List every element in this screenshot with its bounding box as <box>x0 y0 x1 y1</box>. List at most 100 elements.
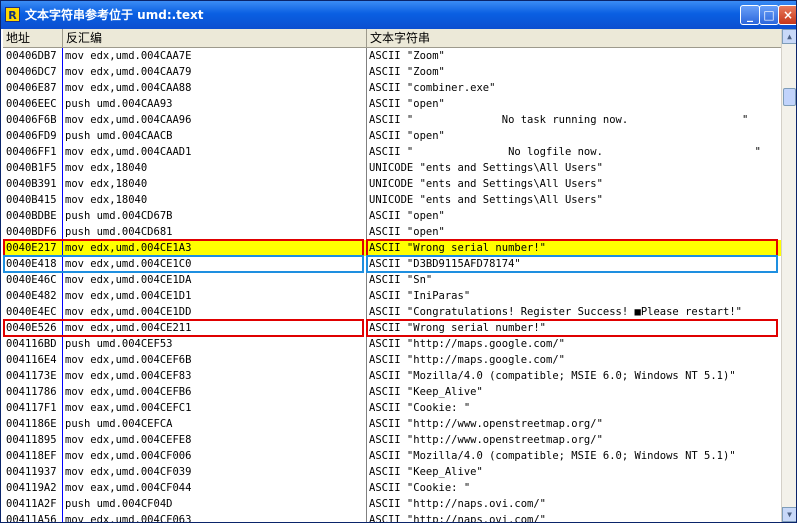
row-disassembly: mov edx,umd.004CAA88 <box>65 82 192 94</box>
header-disassembly[interactable]: 反汇编 <box>63 29 367 47</box>
row-text-string: ASCII "http://naps.ovi.com/" <box>369 498 547 510</box>
row-disassembly: mov edx,umd.004CF006 <box>65 450 192 462</box>
table-row[interactable]: 004116BD push umd.004CEF53 ASCII "http://m… <box>3 336 781 352</box>
row-text-string: ASCII "http://www.openstreetmap.org/" <box>369 434 603 446</box>
table-row[interactable]: 0041186E push umd.004CEFCA ASCII "http://w… <box>3 416 781 432</box>
row-disassembly: mov edx,umd.004CAA96 <box>65 114 192 126</box>
minimize-button[interactable]: _ <box>740 5 760 25</box>
row-address: 0040E418 <box>6 258 57 270</box>
row-text-string: UNICODE "ents and Settings\All Users" <box>369 178 603 190</box>
header-address[interactable]: 地址 <box>3 29 63 47</box>
row-address: 00406DC7 <box>6 66 57 78</box>
row-text-string: ASCII "http://maps.google.com/" <box>369 338 565 350</box>
row-address: 0040B1F5 <box>6 162 57 174</box>
scroll-up-icon[interactable]: ▲ <box>782 29 796 44</box>
row-disassembly: push umd.004CF04D <box>65 498 173 510</box>
table-row[interactable]: 0041173E mov edx,umd.004CEF83 ASCII "Mozil… <box>3 368 781 384</box>
app-icon: R <box>5 7 20 22</box>
string-reference-list[interactable]: 00411A56 mov edx,umd.004CF063 ASCII "http:… <box>3 48 781 522</box>
row-text-string: ASCII "Mozilla/4.0 (compatible; MSIE 6.0… <box>369 450 736 462</box>
scroll-thumb[interactable] <box>783 88 796 106</box>
close-button[interactable]: × <box>778 5 796 25</box>
row-address: 00411A56 <box>6 514 57 522</box>
table-row[interactable]: 00406FF1 mov edx,umd.004CAAD1 ASCII " No l… <box>3 144 781 160</box>
header-text-string[interactable]: 文本字符串 <box>367 29 781 47</box>
table-row[interactable]: 0040B415 mov edx,18040 UNICODE "ents and S… <box>3 192 781 208</box>
table-row[interactable]: 0040E4EC mov edx,umd.004CE1DD ASCII "Congr… <box>3 304 781 320</box>
scroll-down-icon[interactable]: ▼ <box>782 507 796 522</box>
row-disassembly: mov edx,umd.004CE211 <box>65 322 192 334</box>
row-address: 00406FF1 <box>6 146 57 158</box>
row-text-string: ASCII "Cookie: " <box>369 402 471 414</box>
row-text-string: ASCII "Mozilla/4.0 (compatible; MSIE 6.0… <box>369 370 736 382</box>
row-disassembly: mov edx,umd.004CAAD1 <box>65 146 192 158</box>
row-text-string: ASCII "combiner.exe" <box>369 82 496 94</box>
table-row[interactable]: 004118EF mov edx,umd.004CF006 ASCII "Mozil… <box>3 448 781 464</box>
row-text-string: ASCII "Congratulations! Register Success… <box>369 306 742 318</box>
table-row[interactable]: 00406E87 mov edx,umd.004CAA88 ASCII "combi… <box>3 80 781 96</box>
row-text-string: UNICODE "ents and Settings\All Users" <box>369 194 603 206</box>
table-row[interactable]: 0040BDF6 push umd.004CD681 ASCII "open" <box>3 224 781 240</box>
row-address: 00406EEC <box>6 98 57 110</box>
row-address: 00406FD9 <box>6 130 57 142</box>
row-disassembly: mov edx,18040 <box>65 194 148 206</box>
table-row[interactable]: 0040E46C mov edx,umd.004CE1DA ASCII "Sn" <box>3 272 781 288</box>
table-row[interactable]: 0040E217 mov edx,umd.004CE1A3 ASCII "Wrong… <box>3 240 781 256</box>
row-address: 0041173E <box>6 370 57 382</box>
maximize-button[interactable]: □ <box>759 5 779 25</box>
table-row[interactable]: 00411937 mov edx,umd.004CF039 ASCII "Keep_… <box>3 464 781 480</box>
table-row[interactable]: 00411A56 mov edx,umd.004CF063 ASCII "http:… <box>3 512 781 522</box>
row-disassembly: mov eax,umd.004CF044 <box>65 482 192 494</box>
table-row[interactable]: 00406EEC push umd.004CAA93 ASCII "open" <box>3 96 781 112</box>
table-row[interactable]: 0040B1F5 mov edx,18040 UNICODE "ents and S… <box>3 160 781 176</box>
row-disassembly: push umd.004CAACB <box>65 130 173 142</box>
row-text-string: ASCII "open" <box>369 130 445 142</box>
row-disassembly: push umd.004CD67B <box>65 210 173 222</box>
table-row[interactable]: 004116E4 mov edx,umd.004CEF6B ASCII "http:… <box>3 352 781 368</box>
title-bar[interactable]: R 文本字符串参考位于 umd:.text _ □ × <box>1 1 796 29</box>
string-references-window: R 文本字符串参考位于 umd:.text _ □ × 地址 反汇编 文本字符串… <box>0 0 797 523</box>
table-row[interactable]: 004119A2 mov eax,umd.004CF044 ASCII "Cooki… <box>3 480 781 496</box>
table-row[interactable]: 0040E482 mov edx,umd.004CE1D1 ASCII "IniPa… <box>3 288 781 304</box>
table-row[interactable]: 0040E526 mov edx,umd.004CE211 ASCII "Wrong… <box>3 320 781 336</box>
table-row[interactable]: 00411A2F push umd.004CF04D ASCII "http://n… <box>3 496 781 512</box>
row-text-string: ASCII "http://naps.ovi.com/" <box>369 514 547 522</box>
row-disassembly: mov edx,umd.004CEF6B <box>65 354 192 366</box>
row-text-string: ASCII "Keep_Alive" <box>369 386 483 398</box>
row-address: 004118EF <box>6 450 57 462</box>
row-text-string: ASCII "IniParas" <box>369 290 471 302</box>
row-address: 004119A2 <box>6 482 57 494</box>
row-disassembly: mov eax,umd.004CEFC1 <box>65 402 192 414</box>
row-address: 0040BDF6 <box>6 226 57 238</box>
table-row[interactable]: 0040BDBE push umd.004CD67B ASCII "open" <box>3 208 781 224</box>
row-disassembly: mov edx,umd.004CEFB6 <box>65 386 192 398</box>
table-row[interactable]: 00406F6B mov edx,umd.004CAA96 ASCII " No t… <box>3 112 781 128</box>
table-row[interactable]: 00411786 mov edx,umd.004CEFB6 ASCII "Keep_… <box>3 384 781 400</box>
row-disassembly: push umd.004CD681 <box>65 226 173 238</box>
row-address: 0040E46C <box>6 274 57 286</box>
row-disassembly: mov edx,umd.004CAA7E <box>65 50 192 62</box>
vertical-scrollbar[interactable]: ▲ ▼ <box>781 29 796 522</box>
row-address: 00411A2F <box>6 498 57 510</box>
row-disassembly: mov edx,umd.004CEF83 <box>65 370 192 382</box>
row-disassembly: mov edx,umd.004CE1DA <box>65 274 192 286</box>
row-address: 0040E526 <box>6 322 57 334</box>
row-disassembly: mov edx,18040 <box>65 178 148 190</box>
row-address: 00411786 <box>6 386 57 398</box>
table-row[interactable]: 00406DB7 mov edx,umd.004CAA7E ASCII "Zoom" <box>3 48 781 64</box>
table-row[interactable]: 0040B391 mov edx,18040 UNICODE "ents and S… <box>3 176 781 192</box>
table-row[interactable]: 004117F1 mov eax,umd.004CEFC1 ASCII "Cooki… <box>3 400 781 416</box>
row-address: 00411937 <box>6 466 57 478</box>
row-address: 004116E4 <box>6 354 57 366</box>
row-text-string: ASCII " No task running now. " <box>369 114 749 126</box>
row-address: 00406E87 <box>6 82 57 94</box>
table-row[interactable]: 00406FD9 push umd.004CAACB ASCII "open" <box>3 128 781 144</box>
table-row[interactable]: 0040E418 mov edx,umd.004CE1C0 ASCII "D3BD9… <box>3 256 781 272</box>
row-text-string: ASCII "Sn" <box>369 274 433 286</box>
row-address: 0041186E <box>6 418 57 430</box>
row-disassembly: mov edx,umd.004CF039 <box>65 466 192 478</box>
row-text-string: ASCII "Wrong serial number!" <box>369 242 547 254</box>
row-text-string: ASCII "open" <box>369 210 445 222</box>
table-row[interactable]: 00406DC7 mov edx,umd.004CAA79 ASCII "Zoom" <box>3 64 781 80</box>
table-row[interactable]: 00411895 mov edx,umd.004CEFE8 ASCII "http:… <box>3 432 781 448</box>
